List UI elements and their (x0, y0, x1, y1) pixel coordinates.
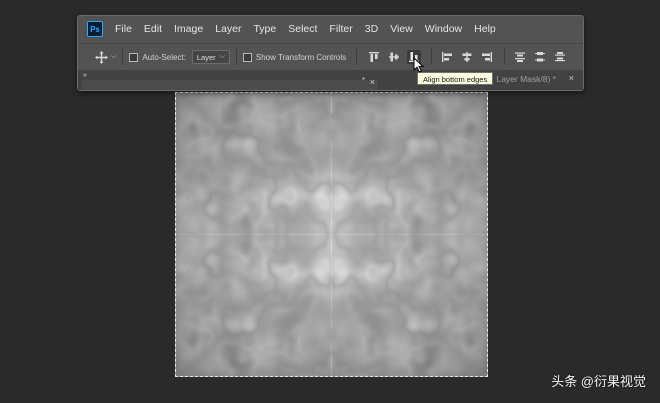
menu-file[interactable]: File (115, 23, 132, 35)
distribute-top-edges-icon (515, 52, 526, 62)
align-vertical-centers-button[interactable] (387, 50, 401, 64)
align-horizontal-centers-button[interactable] (460, 50, 474, 64)
divider (504, 49, 506, 65)
panel-collapse-chevrons-icon[interactable]: » (83, 72, 87, 79)
menu-image[interactable]: Image (174, 23, 203, 35)
menu-type[interactable]: Type (253, 23, 276, 35)
menu-select[interactable]: Select (288, 23, 317, 35)
show-transform-controls-checkbox[interactable]: Show Transform Controls (242, 52, 347, 62)
divider (356, 49, 358, 65)
menu-edit[interactable]: Edit (144, 23, 162, 35)
tooltip: Align bottom edges (417, 72, 494, 85)
menu-bar: Ps File Edit Image Layer Type Select Fil… (78, 16, 583, 42)
photoshop-logo: Ps (87, 21, 103, 37)
align-top-edges-button[interactable] (367, 50, 381, 64)
menu-view[interactable]: View (390, 23, 413, 35)
align-left-edges-button[interactable] (440, 50, 454, 64)
floating-app-panel: Ps File Edit Image Layer Type Select Fil… (77, 15, 584, 91)
menu-3d[interactable]: 3D (365, 23, 378, 35)
distribute-vertical-centers-button[interactable] (533, 50, 547, 64)
align-left-edges-icon (442, 52, 453, 62)
menu-help[interactable]: Help (474, 23, 496, 35)
chevron-down-icon: ⌵ (219, 53, 225, 60)
chrome-texture-image (176, 93, 487, 376)
align-horizontal-centers-icon (462, 52, 472, 62)
auto-select-checkbox[interactable]: Auto-Select: (129, 52, 186, 62)
unsaved-marker: * (361, 76, 365, 85)
distribute-bottom-edges-icon (555, 52, 566, 62)
menu-filter[interactable]: Filter (329, 23, 352, 35)
watermark: 头条 @衍果视觉 (551, 374, 646, 389)
auto-select-label: Auto-Select: (142, 52, 186, 62)
auto-select-target-dropdown[interactable]: Layer ⌵ (191, 50, 230, 64)
chevron-down-icon: ⌵ (111, 53, 117, 60)
mouse-pointer-icon (413, 57, 425, 73)
options-bar: ⌵ Auto-Select: Layer ⌵ Show Transform Co… (78, 43, 583, 70)
checkbox-box (242, 52, 252, 62)
align-right-edges-icon (482, 52, 493, 62)
tool-preset-picker[interactable]: ⌵ (95, 50, 117, 64)
distribute-vertical-centers-icon (535, 52, 546, 62)
align-vertical-centers-icon (389, 52, 400, 62)
align-right-edges-button[interactable] (480, 50, 494, 64)
show-transform-label: Show Transform Controls (255, 52, 347, 62)
document-tab-bar: » * × Layer Mask/8) * × (78, 70, 583, 90)
menu-window[interactable]: Window (425, 23, 462, 35)
close-icon[interactable]: × (370, 77, 375, 87)
align-top-edges-icon (369, 52, 380, 62)
checkbox-box (129, 52, 139, 62)
distribute-bottom-edges-button[interactable] (553, 50, 567, 64)
menu-layer[interactable]: Layer (215, 23, 241, 35)
move-icon (95, 50, 108, 64)
dropdown-value: Layer (196, 52, 216, 62)
tab-title: Layer Mask/8) * (496, 74, 556, 84)
divider (235, 49, 237, 65)
close-icon[interactable]: × (569, 73, 574, 83)
document-tab-1[interactable]: * × (82, 76, 378, 90)
divider (122, 49, 124, 65)
document-canvas[interactable] (175, 92, 488, 377)
divider (431, 49, 433, 65)
distribute-top-edges-button[interactable] (513, 50, 527, 64)
